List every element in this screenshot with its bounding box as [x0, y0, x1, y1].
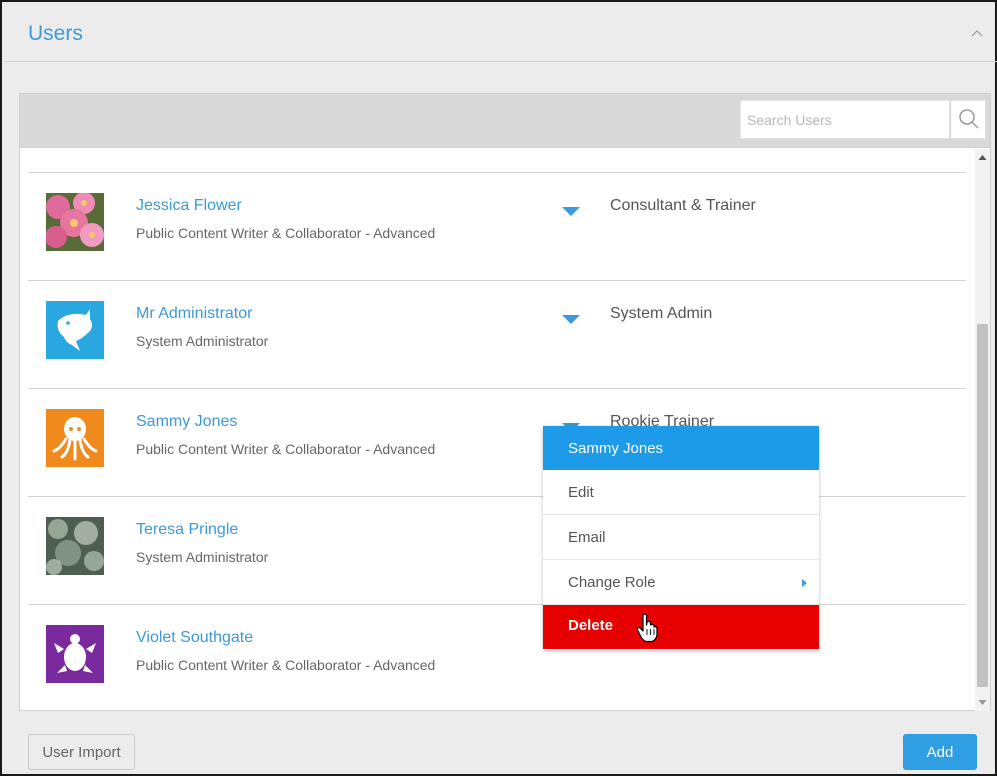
users-panel: Users Search Users Jessica Flower Public… — [0, 0, 997, 776]
user-role: Public Content Writer & Collaborator - A… — [136, 225, 436, 241]
user-list: Jessica Flower Public Content Writer & C… — [20, 149, 974, 711]
list-scrollbar[interactable] — [975, 149, 990, 711]
user-name[interactable]: Violet Southgate — [136, 629, 253, 647]
turtle-icon — [46, 625, 104, 683]
user-name[interactable]: Mr Administrator — [136, 305, 252, 323]
user-context-menu: Sammy Jones Edit Email Change Role Delet… — [543, 426, 819, 650]
panel-title: Users — [28, 22, 83, 45]
user-name[interactable]: Teresa Pringle — [136, 521, 238, 539]
user-role: System Administrator — [136, 333, 269, 349]
user-name[interactable]: Sammy Jones — [136, 413, 237, 431]
hand-pointer-cursor-icon — [636, 613, 658, 643]
user-role: Public Content Writer & Collaborator - A… — [136, 657, 436, 673]
user-title: Consultant & Trainer — [610, 197, 756, 214]
user-title: System Admin — [610, 305, 713, 322]
toolbar — [20, 94, 990, 148]
add-user-button[interactable]: Add — [903, 734, 977, 770]
scroll-down-arrow-icon[interactable] — [977, 695, 988, 709]
scroll-up-arrow-icon[interactable] — [977, 151, 988, 165]
octopus-icon — [46, 409, 104, 467]
flower-photo-avatar — [46, 193, 104, 251]
user-role: Public Content Writer & Collaborator - A… — [136, 441, 436, 457]
user-role: System Administrator — [136, 549, 269, 565]
menu-item-change-role[interactable]: Change Role — [543, 560, 819, 605]
users-list-container: Jessica Flower Public Content Writer & C… — [19, 93, 991, 711]
menu-item-email[interactable]: Email — [543, 515, 819, 560]
submenu-arrow-icon — [802, 579, 807, 587]
context-menu-header: Sammy Jones — [543, 426, 819, 470]
list-item-jessica-flower: Jessica Flower Public Content Writer & C… — [28, 173, 966, 280]
search-input[interactable] — [740, 100, 950, 139]
list-item-violet-southgate: Violet Southgate Public Content Writer &… — [28, 605, 966, 711]
collapse-chevron-icon[interactable] — [967, 24, 987, 44]
menu-item-label: Delete — [568, 617, 614, 634]
list-item-teresa-pringle: Teresa Pringle System Administrator — [28, 497, 966, 604]
list-item-sammy-jones: Sammy Jones Public Content Writer & Coll… — [28, 389, 966, 496]
shark-icon — [46, 301, 104, 359]
menu-item-label: Edit — [568, 484, 594, 501]
scrollbar-thumb[interactable] — [977, 324, 988, 687]
user-import-button[interactable]: User Import — [28, 734, 135, 770]
role-dropdown-arrow-icon[interactable] — [562, 207, 580, 216]
menu-item-edit[interactable]: Edit — [543, 470, 819, 515]
panel-header: Users — [4, 4, 997, 62]
menu-item-label: Email — [568, 529, 606, 546]
menu-item-label: Change Role — [568, 574, 656, 591]
user-name[interactable]: Jessica Flower — [136, 197, 242, 215]
bokeh-photo-avatar — [46, 517, 104, 575]
role-dropdown-arrow-icon[interactable] — [562, 315, 580, 324]
search-button[interactable] — [950, 100, 986, 139]
menu-item-delete[interactable]: Delete — [543, 605, 819, 649]
search-icon — [959, 109, 979, 129]
list-item-mr-administrator: Mr Administrator System Administrator Sy… — [28, 281, 966, 388]
